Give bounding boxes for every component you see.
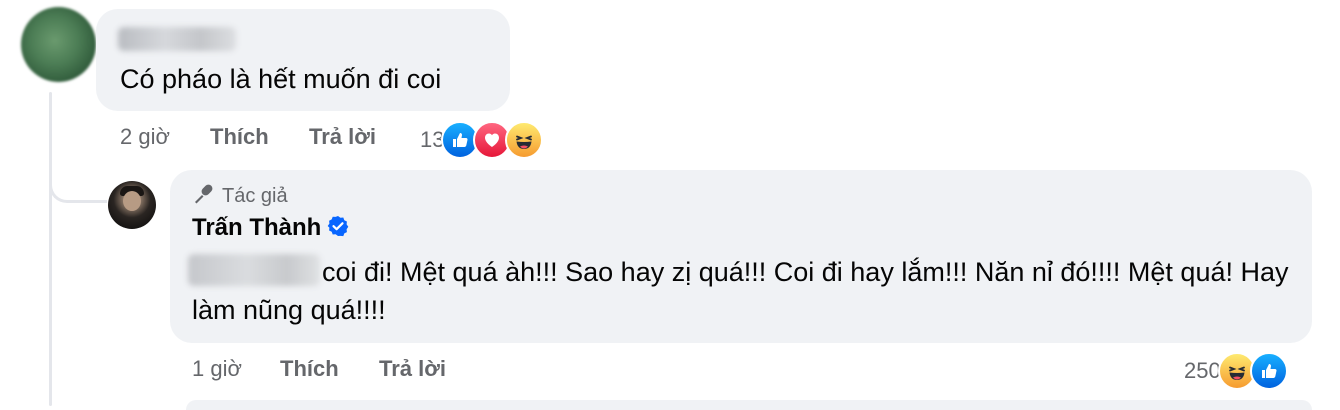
like-icon — [1249, 352, 1288, 390]
haha-icon — [505, 121, 544, 159]
reaction-count: 250 — [1184, 358, 1221, 383]
reply-text: coi đi! Mệt quá àh!!! Sao hay zị quá!!! … — [192, 257, 1289, 325]
commenter-avatar[interactable] — [21, 7, 96, 82]
author-name[interactable]: Trấn Thành — [192, 214, 321, 242]
microphone-icon — [192, 183, 214, 210]
comment-timestamp[interactable]: 2 giờ — [120, 124, 210, 150]
reply-button[interactable]: Trả lời — [379, 356, 446, 382]
author-badge: Tác giả — [192, 183, 288, 210]
commenter-name-blurred[interactable] — [118, 27, 236, 51]
like-button[interactable]: Thích — [280, 356, 379, 382]
comment-actions: 2 giờ Thích Trả lời — [120, 124, 376, 150]
reply-author: Trấn Thành — [192, 214, 349, 242]
verified-badge-icon — [327, 215, 349, 242]
author-badge-label: Tác giả — [222, 185, 288, 207]
reaction-summary[interactable]: 13 — [420, 121, 544, 159]
thread-connector — [49, 145, 107, 203]
thread-line — [49, 92, 52, 406]
reaction-summary[interactable]: 250 — [1184, 352, 1288, 390]
next-comment-bubble — [186, 400, 1312, 410]
like-button[interactable]: Thích — [210, 124, 309, 150]
comment-text: Có pháo là hết muốn đi coi — [120, 64, 442, 94]
reply-actions: 1 giờ Thích Trả lời — [192, 356, 446, 382]
author-avatar[interactable] — [108, 181, 156, 229]
reply-timestamp[interactable]: 1 giờ — [192, 356, 280, 382]
reply-button[interactable]: Trả lời — [309, 124, 376, 150]
